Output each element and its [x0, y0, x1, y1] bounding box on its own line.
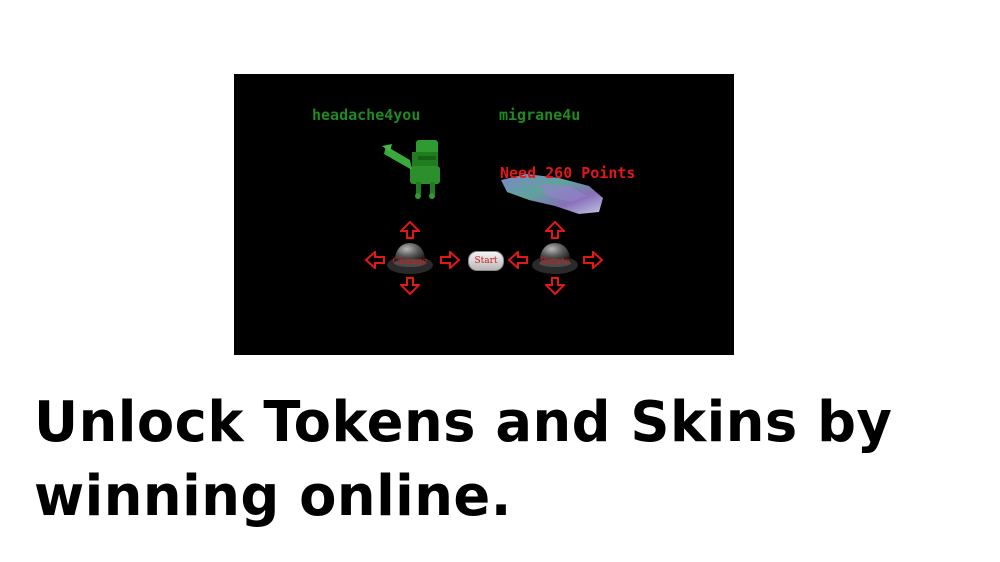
start-button[interactable]: Start — [468, 251, 504, 271]
rotate-button-label: Rotate — [539, 257, 571, 267]
locked-points-message: Need 260 Points — [500, 164, 636, 182]
promo-caption: Unlock Tokens and Skins by winning onlin… — [34, 390, 893, 529]
rotate-button[interactable]: Rotate — [531, 239, 579, 275]
game-screen: headache4you migrane4u Need 260 Points C… — [234, 74, 734, 355]
rotate-up-arrow-icon[interactable] — [545, 221, 565, 239]
down-arrow-icon[interactable] — [400, 277, 420, 295]
player1-name: headache4you — [312, 106, 421, 124]
change-button-label: Change — [392, 257, 428, 267]
start-button-label: Start — [474, 256, 498, 266]
left-arrow-icon[interactable] — [365, 251, 385, 269]
right-arrow-icon[interactable] — [440, 251, 460, 269]
rotate-left-arrow-icon[interactable] — [508, 251, 528, 269]
change-button[interactable]: Change — [386, 239, 434, 275]
rotate-right-arrow-icon[interactable] — [583, 251, 603, 269]
rotate-down-arrow-icon[interactable] — [545, 277, 565, 295]
robot-token-icon[interactable] — [382, 138, 446, 200]
player2-name: migrane4u — [499, 106, 581, 124]
up-arrow-icon[interactable] — [400, 221, 420, 239]
